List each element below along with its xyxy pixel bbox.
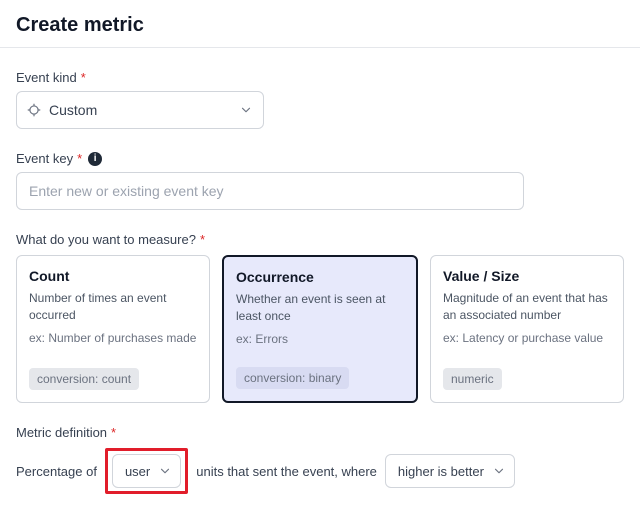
card-title: Count	[29, 268, 197, 284]
card-desc: Number of times an event occurred	[29, 290, 197, 324]
metric-def-middle: units that sent the event, where	[196, 464, 377, 479]
event-key-input[interactable]	[16, 172, 524, 210]
card-title: Value / Size	[443, 268, 611, 284]
required-star: *	[200, 232, 205, 247]
card-example: ex: Number of purchases made	[29, 330, 197, 347]
card-title: Occurrence	[236, 269, 404, 285]
metric-def-prefix: Percentage of	[16, 464, 97, 479]
event-kind-label: Event kind	[16, 70, 77, 85]
required-star: *	[111, 425, 116, 440]
card-badge: conversion: binary	[236, 367, 349, 389]
required-star: *	[81, 70, 86, 85]
info-icon[interactable]: i	[88, 152, 102, 166]
chevron-down-icon	[239, 103, 253, 117]
unit-select-value: user	[125, 464, 150, 479]
card-desc: Magnitude of an event that has an associ…	[443, 290, 611, 324]
page-title: Create metric	[16, 14, 624, 37]
direction-select[interactable]: higher is better	[385, 454, 515, 488]
card-badge: numeric	[443, 368, 502, 390]
event-key-label: Event key	[16, 151, 73, 166]
event-kind-value: Custom	[49, 102, 97, 118]
measure-card-value[interactable]: Value / Size Magnitude of an event that …	[430, 255, 624, 403]
measure-card-count[interactable]: Count Number of times an event occurred …	[16, 255, 210, 403]
required-star: *	[77, 151, 82, 166]
event-kind-select[interactable]: Custom	[16, 91, 264, 129]
measure-card-occurrence[interactable]: Occurrence Whether an event is seen at l…	[222, 255, 418, 403]
card-desc: Whether an event is seen at least once	[236, 291, 404, 325]
metric-def-label: Metric definition	[16, 425, 107, 440]
unit-select[interactable]: user	[112, 454, 181, 488]
card-badge: conversion: count	[29, 368, 139, 390]
card-example: ex: Latency or purchase value	[443, 330, 611, 347]
chevron-down-icon	[492, 464, 506, 478]
card-example: ex: Errors	[236, 331, 404, 348]
chevron-down-icon	[158, 464, 172, 478]
measure-label: What do you want to measure?	[16, 232, 196, 247]
highlight-annotation: user	[105, 448, 188, 494]
direction-select-value: higher is better	[398, 464, 484, 479]
crosshair-icon	[27, 103, 41, 117]
